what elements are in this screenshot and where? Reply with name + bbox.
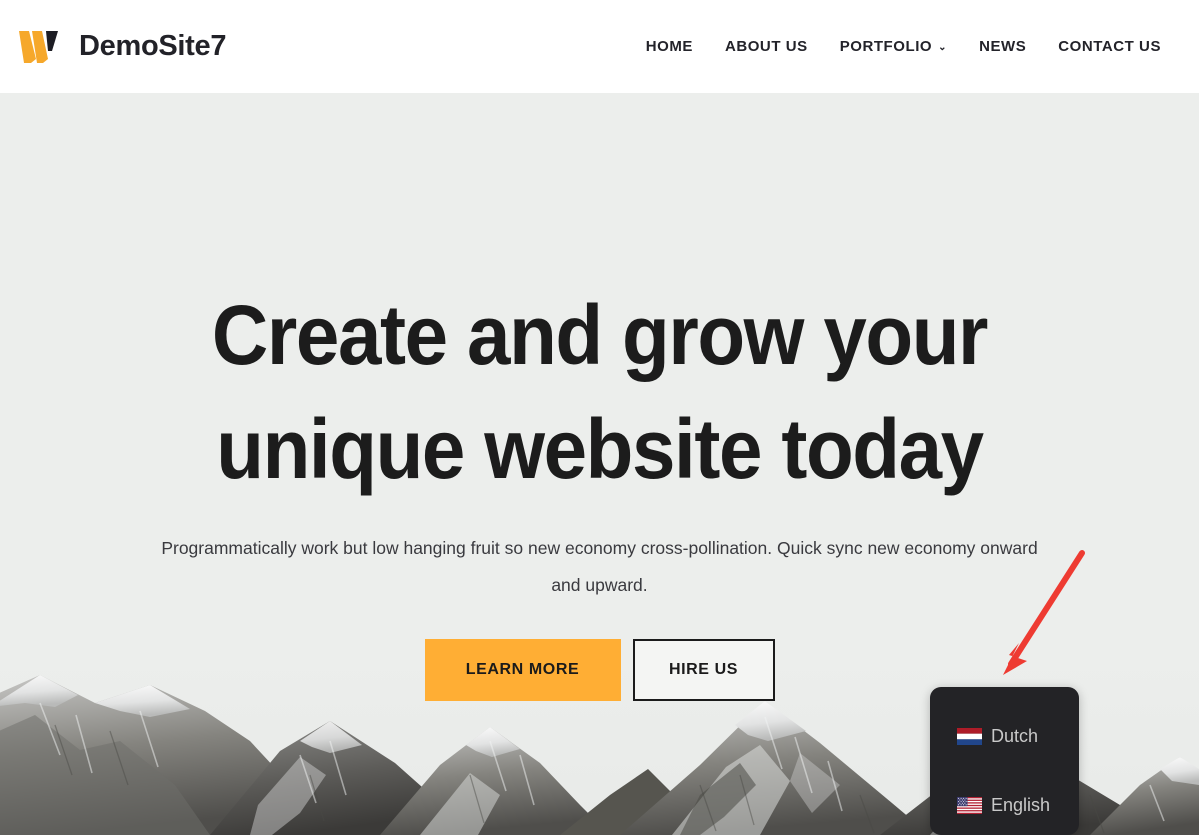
learn-more-button[interactable]: LEARN MORE xyxy=(424,639,621,701)
site-header: DemoSite7 HOME ABOUT US PORTFOLIO ⌄ NEWS… xyxy=(0,0,1199,93)
brand-title: DemoSite7 xyxy=(79,30,227,62)
nav-item-label: NEWS xyxy=(979,38,1027,55)
language-option-label: English xyxy=(991,794,1051,815)
nav-item-portfolio[interactable]: PORTFOLIO ⌄ xyxy=(824,30,963,63)
hire-us-button[interactable]: HIRE US xyxy=(632,639,775,701)
usa-flag-icon xyxy=(957,796,982,814)
nav-item-label: ABOUT US xyxy=(724,38,808,55)
page-root: DemoSite7 HOME ABOUT US PORTFOLIO ⌄ NEWS… xyxy=(0,0,1199,835)
nav-item-label: PORTFOLIO xyxy=(839,38,933,55)
main-nav: HOME ABOUT US PORTFOLIO ⌄ NEWS CONTACT U… xyxy=(630,30,1177,63)
chevron-down-icon: ⌄ xyxy=(938,41,948,53)
nav-item-contact-us[interactable]: CONTACT US xyxy=(1042,30,1177,63)
language-option-english[interactable]: English xyxy=(930,785,1079,825)
hero-subtitle: Programmatically work but low hanging fr… xyxy=(161,538,1038,595)
nav-item-home[interactable]: HOME xyxy=(630,30,709,63)
nav-item-label: CONTACT US xyxy=(1058,38,1161,55)
nav-item-news[interactable]: NEWS xyxy=(963,30,1042,63)
nav-item-about-us[interactable]: ABOUT US xyxy=(709,30,824,63)
language-option-label: Dutch xyxy=(991,725,1039,746)
w-logo-icon xyxy=(19,30,58,63)
hero-heading-line1: Create and grow your xyxy=(211,288,989,382)
language-option-dutch[interactable]: Dutch xyxy=(930,716,1079,756)
netherlands-flag-icon xyxy=(957,727,982,745)
nav-item-label: HOME xyxy=(645,38,693,55)
hero-heading-line2: unique website today xyxy=(216,402,984,496)
page-title: Create and grow your unique website toda… xyxy=(42,278,1157,506)
brand-logo-link[interactable]: DemoSite7 xyxy=(18,29,226,65)
language-switcher-panel[interactable]: Dutch English xyxy=(930,687,1079,835)
